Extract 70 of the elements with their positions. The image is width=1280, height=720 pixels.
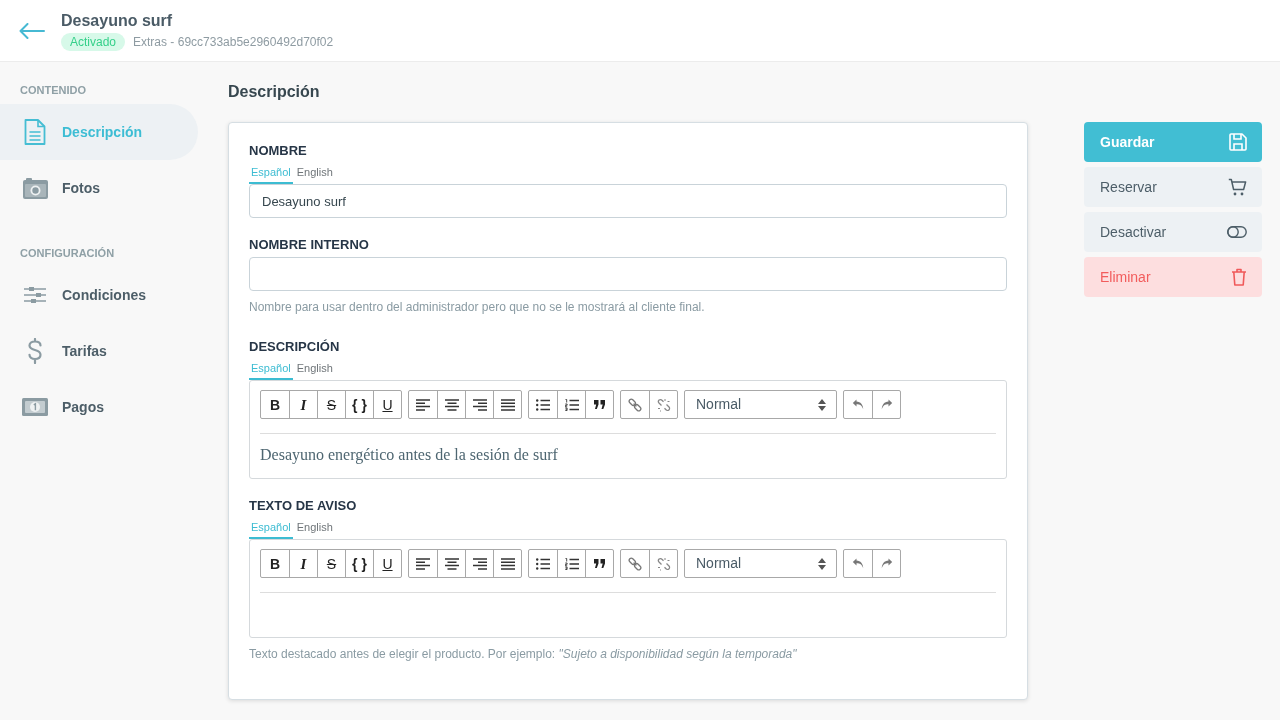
align-left-icon	[416, 398, 430, 411]
bold-button[interactable]: B	[261, 391, 289, 418]
field-label: NOMBRE INTERNO	[249, 237, 370, 253]
strikethrough-button[interactable]: S	[317, 550, 345, 577]
quote-icon	[594, 400, 605, 409]
quote-icon	[594, 559, 605, 568]
camera-icon	[22, 177, 48, 199]
bold-button[interactable]: B	[261, 550, 289, 577]
sidebar-item[interactable]: Condiciones	[0, 267, 198, 323]
format-select[interactable]: Normal	[684, 549, 837, 578]
hint-text: Texto destacado antes de elegir el producto. Por ejemplo: "Sujeto a disponibilidad según la temporada"	[249, 646, 798, 662]
sidebar-item[interactable]: Pagos	[0, 379, 198, 435]
trash-icon	[1231, 268, 1247, 286]
align-center-icon	[444, 398, 459, 411]
field-label: TEXTO DE AVISO	[249, 498, 358, 514]
subtitle-text: Extras - 69cc733ab5e2960492d70f02	[133, 33, 334, 51]
underline-button[interactable]: U	[373, 550, 401, 577]
undo-icon	[852, 558, 864, 569]
save-icon	[1229, 133, 1247, 151]
broken-link-icon	[656, 556, 671, 571]
cart-icon	[1228, 178, 1247, 196]
underline-button[interactable]: U	[373, 391, 401, 418]
toggle-icon	[1227, 226, 1247, 238]
banknote-icon	[22, 398, 48, 416]
italic-button[interactable]: I	[289, 550, 317, 577]
align-left-icon	[416, 557, 430, 570]
document-icon	[24, 119, 46, 145]
broken-link-icon	[656, 397, 671, 412]
sliders-icon	[24, 286, 46, 304]
book-button[interactable]: Reservar	[1084, 167, 1262, 207]
numbered-list-icon	[564, 557, 579, 570]
sidebar-item[interactable]: Fotos	[0, 160, 198, 216]
sidebar-item[interactable]: Tarifas	[0, 323, 198, 379]
align-right-icon	[472, 398, 487, 411]
align-right-icon	[472, 557, 487, 570]
undo-icon	[852, 399, 864, 410]
field-label: DESCRIPCIÓN	[249, 339, 341, 355]
page-title: Descripción	[228, 82, 321, 102]
section-heading: CONFIGURACIÓN	[19, 246, 116, 261]
redo-icon	[880, 558, 893, 569]
text-input[interactable]	[249, 257, 1007, 291]
format-select[interactable]: Normal	[684, 390, 837, 419]
redo-icon	[880, 399, 893, 410]
field-label: NOMBRE	[249, 143, 308, 159]
status-badge: Activado	[61, 32, 126, 51]
numbered-list-icon	[564, 398, 579, 411]
editor-text-area[interactable]: Desayuno energético antes de la sesión de surf	[260, 434, 996, 478]
italic-button[interactable]: I	[289, 391, 317, 418]
bullet-list-icon	[536, 557, 550, 570]
align-center-icon	[444, 557, 459, 570]
deactivate-button[interactable]: Desactivar	[1084, 212, 1262, 252]
justify-icon	[500, 557, 515, 570]
link-icon	[628, 397, 642, 412]
up-down-caret-icon	[818, 557, 826, 570]
bullet-list-icon	[536, 398, 550, 411]
item-title: Desayuno surf	[61, 10, 174, 31]
hint-text: Nombre para usar dentro del administrador pero que no se le mostrará al cliente final.	[249, 299, 706, 315]
text-input[interactable]: Desayuno surf	[249, 184, 1007, 218]
code-button[interactable]: { }	[345, 391, 373, 418]
strikethrough-button[interactable]: S	[317, 391, 345, 418]
section-heading: CONTENIDO	[19, 83, 87, 98]
language-tab[interactable]: English	[294, 517, 335, 539]
code-button[interactable]: { }	[345, 550, 373, 577]
dollar-sign-icon	[28, 338, 42, 364]
link-icon	[628, 556, 642, 571]
language-tab[interactable]: English	[294, 358, 335, 380]
justify-icon	[500, 398, 515, 411]
up-down-caret-icon	[818, 398, 826, 411]
arrow-left-icon	[19, 22, 45, 39]
language-tab[interactable]: English	[294, 162, 335, 184]
